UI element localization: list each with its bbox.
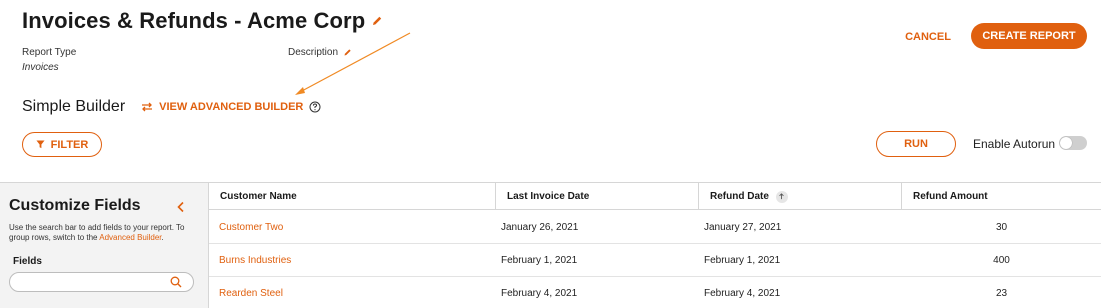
run-button[interactable]: RUN [876, 131, 956, 157]
sort-up-icon[interactable] [775, 190, 788, 203]
help-text-end: . [161, 233, 164, 242]
refund-amount-cell: 400 [993, 255, 1010, 266]
report-header: Invoices & Refunds - Acme Corp [22, 8, 383, 34]
refund-amount-cell: 30 [995, 222, 1008, 233]
customer-name-cell[interactable]: Rearden Steel [219, 277, 283, 308]
autorun-label: Enable Autorun [973, 137, 1056, 151]
create-report-button[interactable]: CREATE REPORT [971, 23, 1087, 49]
description-field[interactable]: Description [288, 47, 352, 58]
column-label: Last Invoice Date [507, 191, 590, 202]
edit-title-pencil-icon[interactable] [371, 15, 383, 27]
search-icon[interactable] [170, 276, 182, 288]
customer-name-cell[interactable]: Burns Industries [219, 244, 291, 277]
column-label: Customer Name [220, 191, 297, 202]
swap-icon [142, 102, 153, 112]
table-row[interactable]: Burns Industries February 1, 2021 Februa… [209, 244, 1101, 277]
table-header: Customer Name Last Invoice Date Refund D… [209, 183, 1101, 210]
filter-label: FILTER [50, 138, 89, 151]
table-row[interactable]: Rearden Steel February 4, 2021 February … [209, 277, 1101, 308]
column-header-last-invoice-date[interactable]: Last Invoice Date [495, 183, 698, 210]
builder-row: Simple Builder VIEW ADVANCED BUILDER [22, 98, 321, 116]
description-label: Description [288, 47, 339, 58]
view-advanced-builder-link[interactable]: VIEW ADVANCED BUILDER [141, 101, 303, 113]
page-title: Invoices & Refunds - Acme Corp [22, 8, 366, 33]
cancel-button[interactable]: CANCEL [894, 27, 962, 47]
column-label: Refund Date [710, 191, 769, 202]
table-row[interactable]: Customer Two January 26, 2021 January 27… [209, 211, 1101, 244]
autorun-toggle[interactable] [1059, 136, 1087, 150]
report-type-value: Invoices [22, 62, 59, 73]
last-invoice-date-cell: February 4, 2021 [501, 288, 578, 299]
customize-fields-title: Customize Fields [9, 197, 141, 214]
advanced-builder-label: VIEW ADVANCED BUILDER [159, 101, 304, 113]
refund-amount-cell: 23 [995, 288, 1008, 299]
customer-name-cell[interactable]: Customer Two [219, 211, 283, 244]
advanced-builder-help-link[interactable]: Advanced Builder [99, 233, 161, 242]
last-invoice-date-cell: February 1, 2021 [501, 255, 578, 266]
builder-title: Simple Builder [22, 98, 126, 115]
fields-label: Fields [13, 256, 42, 267]
fields-search-input[interactable] [9, 272, 194, 292]
refund-date-cell: February 4, 2021 [704, 288, 781, 299]
column-label: Refund Amount [913, 191, 988, 202]
column-header-refund-date[interactable]: Refund Date [698, 183, 901, 210]
help-icon[interactable] [309, 101, 321, 113]
filter-button[interactable]: FILTER [22, 132, 102, 157]
customize-fields-panel: Customize Fields Use the search bar to a… [0, 183, 208, 308]
edit-description-pencil-icon[interactable] [343, 48, 352, 57]
filter-icon [36, 140, 45, 149]
chevron-left-icon[interactable] [176, 201, 186, 213]
last-invoice-date-cell: January 26, 2021 [501, 222, 579, 233]
toggle-knob [1060, 137, 1072, 149]
column-header-customer-name[interactable]: Customer Name [209, 183, 495, 210]
report-type-label: Report Type [22, 47, 77, 58]
refund-date-cell: January 27, 2021 [704, 222, 782, 233]
column-header-refund-amount[interactable]: Refund Amount [901, 183, 1101, 210]
refund-date-cell: February 1, 2021 [704, 255, 781, 266]
sidebar-help-text: Use the search bar to add fields to your… [9, 223, 204, 243]
report-table: Customer Name Last Invoice Date Refund D… [208, 183, 1101, 308]
